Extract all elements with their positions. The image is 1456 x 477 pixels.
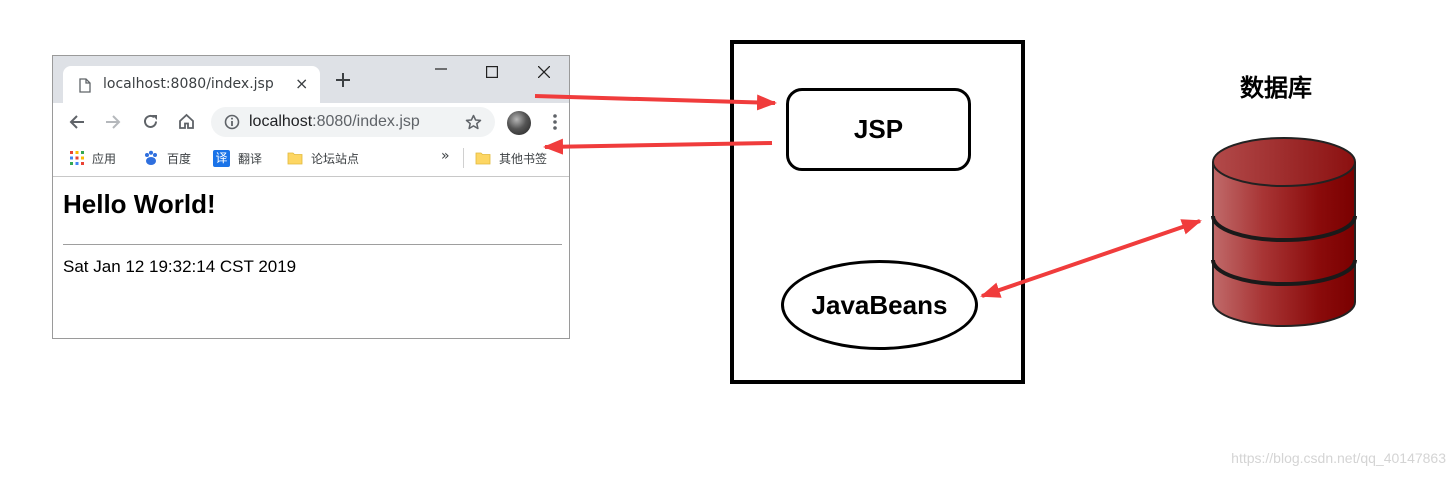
- page-content: Hello World! Sat Jan 12 19:32:14 CST 201…: [53, 177, 569, 338]
- baidu-paw-icon: [145, 150, 157, 165]
- apps-grid-icon: [70, 151, 84, 165]
- bookmark-label: 论坛站点: [311, 151, 360, 166]
- bookmark-label: 翻译: [238, 151, 263, 166]
- tab-close-icon[interactable]: ×: [295, 76, 308, 92]
- site-info-icon[interactable]: [224, 114, 240, 130]
- url-text: localhost:8080/index.jsp: [249, 113, 420, 131]
- forward-arrow-icon[interactable]: [105, 114, 121, 130]
- horizontal-rule: [63, 244, 562, 245]
- watermark: https://blog.csdn.net/qq_40147863: [1231, 450, 1446, 466]
- folder-icon: [475, 152, 491, 165]
- page-date: Sat Jan 12 19:32:14 CST 2019: [63, 257, 297, 276]
- bookmark-label: 百度: [167, 151, 192, 166]
- javabeans-node: JavaBeans: [781, 260, 978, 350]
- more-menu-icon[interactable]: [553, 114, 557, 130]
- tab-title: localhost:8080/index.jsp: [103, 76, 274, 92]
- jsp-node: JSP: [786, 88, 971, 171]
- bookmark-baidu[interactable]: 百度: [143, 140, 191, 176]
- bookmark-other[interactable]: 其他书签: [475, 140, 547, 176]
- bookmarks-overflow-icon[interactable]: »: [441, 148, 450, 164]
- javabeans-label: JavaBeans: [811, 289, 948, 320]
- back-arrow-icon[interactable]: [69, 114, 85, 130]
- reload-icon[interactable]: [142, 113, 159, 130]
- bookmark-translate[interactable]: 译 翻译: [213, 140, 262, 176]
- url-host: localhost: [249, 113, 313, 130]
- maximize-icon[interactable]: [486, 66, 498, 78]
- bookmarks-divider: [463, 148, 464, 168]
- translate-icon: 译: [213, 149, 230, 167]
- address-bar[interactable]: localhost:8080/index.jsp: [211, 107, 495, 137]
- bookmark-label: 应用: [92, 151, 117, 166]
- bookmark-forum[interactable]: 论坛站点: [287, 140, 359, 176]
- window-close-icon[interactable]: [538, 66, 550, 78]
- document-icon: [79, 78, 91, 93]
- bookmark-apps[interactable]: 应用: [70, 140, 116, 176]
- bookmark-star-icon[interactable]: [465, 114, 482, 131]
- database-cylinder-icon: [1211, 137, 1357, 327]
- bookmark-label: 其他书签: [499, 151, 548, 166]
- browser-window: localhost:8080/index.jsp × localhost:808…: [52, 55, 570, 339]
- jsp-label: JSP: [853, 114, 904, 144]
- bookmarks-bar: 应用 百度 译 翻译 论坛站点 » 其他书签: [53, 140, 569, 177]
- tab-strip: localhost:8080/index.jsp ×: [53, 56, 569, 103]
- profile-avatar[interactable]: [507, 111, 531, 135]
- browser-tab[interactable]: localhost:8080/index.jsp ×: [63, 66, 320, 103]
- url-path: :8080/index.jsp: [312, 113, 420, 130]
- minimize-icon[interactable]: [435, 68, 447, 70]
- browser-toolbar: localhost:8080/index.jsp: [53, 103, 569, 140]
- new-tab-icon[interactable]: [336, 73, 350, 87]
- home-icon[interactable]: [178, 113, 195, 130]
- database-title: 数据库: [1240, 74, 1312, 102]
- page-heading: Hello World!: [63, 189, 216, 219]
- folder-icon: [287, 152, 303, 165]
